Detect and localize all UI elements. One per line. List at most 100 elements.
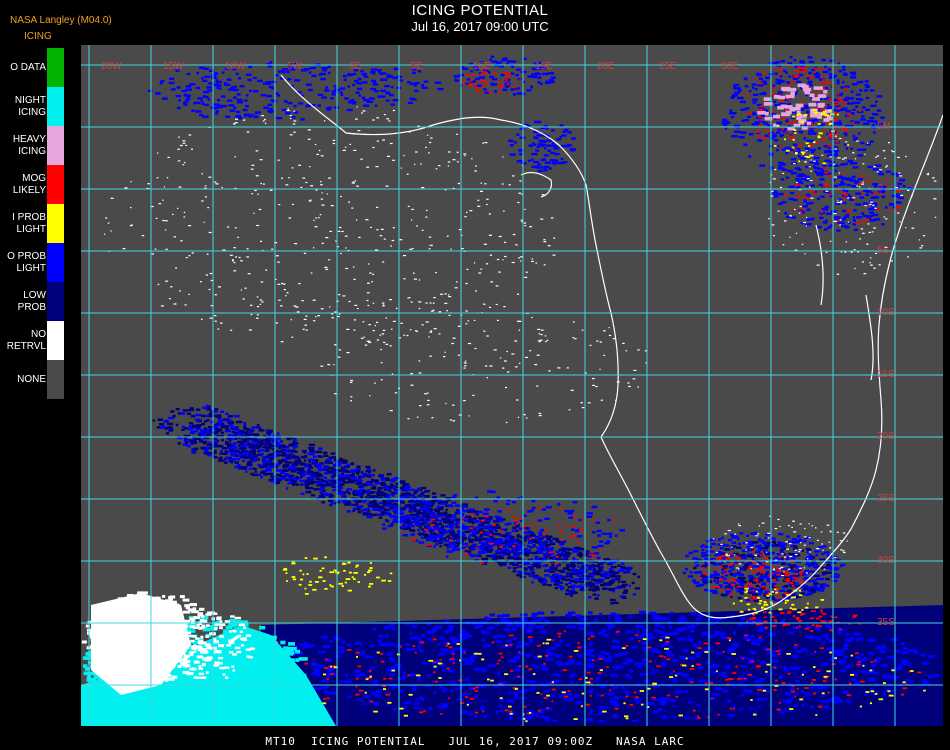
icing-cell — [115, 699, 124, 703]
icing-cell — [110, 668, 118, 672]
icing-cell — [469, 703, 474, 707]
icing-cell — [857, 637, 864, 641]
icing-cell — [928, 655, 935, 659]
icing-cell — [691, 612, 697, 616]
icing-cell — [481, 668, 488, 672]
icing-cell — [923, 689, 926, 692]
icing-cell — [447, 504, 454, 508]
icing-cell — [187, 634, 193, 637]
icing-cell — [392, 627, 396, 631]
icing-cell — [326, 458, 332, 462]
icing-cell — [434, 680, 438, 683]
icing-cell — [298, 583, 302, 586]
icing-cell — [224, 691, 234, 695]
icing-cell — [426, 518, 431, 521]
icing-cell — [780, 686, 787, 690]
icing-cell — [597, 672, 602, 674]
icing-cell — [562, 567, 568, 570]
icing-cell — [572, 557, 576, 560]
icing-cell — [537, 611, 545, 615]
icing-cell — [480, 525, 487, 528]
icing-cell — [202, 647, 208, 651]
icing-cell — [536, 644, 541, 647]
icing-cell — [183, 658, 188, 662]
icing-cell — [216, 617, 222, 620]
icing-cell — [282, 464, 289, 467]
icing-cell — [389, 507, 393, 510]
icing-cell — [498, 652, 503, 655]
icing-cell — [568, 536, 572, 539]
icing-cell — [457, 675, 461, 679]
icing-cell — [356, 508, 361, 511]
icing-cell — [621, 596, 627, 599]
icing-cell — [244, 456, 250, 459]
icing-cell — [439, 685, 443, 689]
icing-cell — [837, 631, 843, 635]
icing-cell — [304, 641, 308, 645]
icing-cell — [611, 519, 615, 521]
icing-cell — [782, 705, 787, 709]
icing-cell — [400, 520, 406, 524]
icing-cell — [410, 488, 415, 492]
icing-cell — [448, 625, 455, 628]
icing-cell — [217, 444, 222, 448]
icing-cell — [298, 467, 305, 470]
icing-cell — [569, 572, 574, 575]
icing-cell — [506, 639, 512, 643]
icing-cell — [351, 576, 354, 579]
icing-cell — [653, 666, 659, 670]
icing-cell — [82, 664, 88, 668]
icing-cell — [577, 565, 580, 568]
icing-cell — [497, 659, 501, 662]
icing-cell — [433, 508, 440, 511]
icing-cell — [542, 534, 546, 537]
icing-cell — [697, 640, 701, 644]
icing-cell — [608, 568, 614, 571]
legend-swatch — [47, 204, 64, 243]
icing-cell — [427, 527, 432, 530]
icing-cell — [548, 556, 554, 560]
icing-cell — [232, 708, 237, 713]
icing-cell — [250, 458, 254, 461]
icing-cell — [356, 479, 363, 482]
icing-cell — [183, 665, 188, 668]
icing-cell — [558, 523, 560, 526]
icing-cell — [313, 668, 320, 672]
icing-cell — [652, 614, 661, 618]
icing-cell — [436, 505, 442, 509]
icing-cell — [796, 649, 802, 653]
icing-cell — [405, 504, 412, 508]
icing-cell — [766, 663, 771, 666]
icing-cell — [253, 433, 260, 437]
legend-item: I PROB LIGHT — [0, 204, 66, 243]
icing-cell — [166, 426, 173, 429]
icing-cell — [285, 487, 289, 490]
icing-cell — [540, 630, 547, 633]
icing-cell — [440, 494, 446, 497]
icing-cell — [670, 611, 674, 615]
icing-cell — [266, 460, 271, 463]
icing-cell — [756, 665, 761, 667]
icing-cell — [200, 619, 205, 623]
icing-cell — [388, 489, 392, 493]
icing-cell — [591, 565, 596, 569]
icing-cell — [531, 551, 538, 555]
icing-cell — [452, 533, 458, 536]
icing-cell — [515, 523, 518, 525]
icing-cell — [443, 705, 448, 709]
icing-cell — [596, 693, 601, 697]
icing-cell — [415, 489, 419, 492]
icing-cell — [554, 643, 561, 647]
icing-cell — [81, 640, 87, 644]
icing-cell — [601, 629, 607, 633]
icing-cell — [473, 532, 477, 535]
icing-cell — [810, 682, 813, 684]
icing-cell — [203, 690, 209, 694]
icing-cell — [665, 640, 670, 643]
icing-cell — [571, 591, 578, 594]
icing-cell — [326, 678, 329, 680]
icing-cell — [511, 627, 517, 631]
icing-cell — [537, 722, 545, 725]
icing-cell — [869, 685, 876, 689]
icing-cell — [747, 693, 753, 697]
